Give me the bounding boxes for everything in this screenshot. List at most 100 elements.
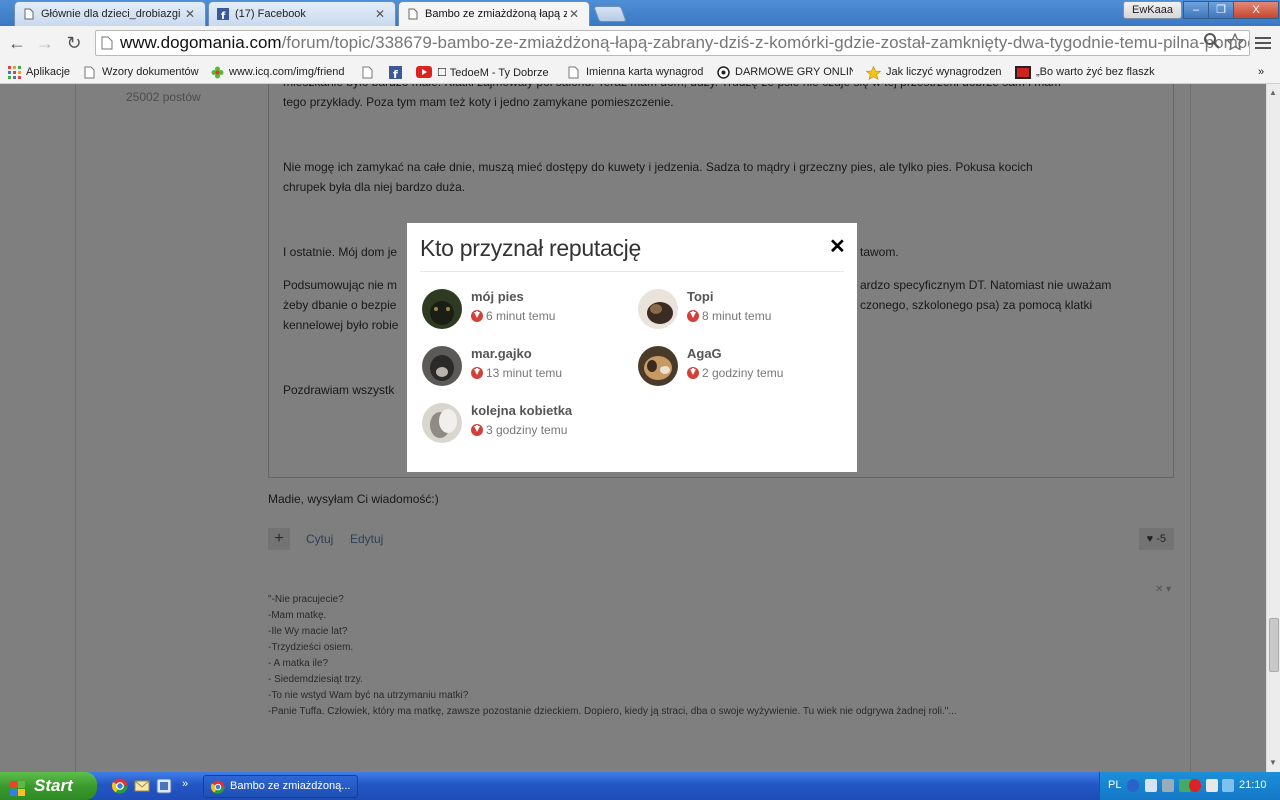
- quicklaunch-overflow-button[interactable]: »: [182, 778, 198, 794]
- bookmark-label: Aplikacje: [26, 66, 71, 78]
- wifi-icon[interactable]: [1206, 779, 1218, 792]
- avatar[interactable]: [422, 403, 462, 443]
- reputation-entry[interactable]: mar.gajko 13 minut temu: [422, 346, 622, 388]
- menu-icon[interactable]: [1255, 34, 1271, 52]
- reputation-user-name[interactable]: kolejna kobietka: [471, 403, 572, 418]
- reputation-time-text: 13 minut temu: [486, 366, 563, 380]
- tab-close-icon[interactable]: ✕: [183, 7, 197, 21]
- browser-tab-active[interactable]: Bambo ze zmiażdżoną łapą z ✕: [398, 1, 590, 26]
- tray-security-icon[interactable]: [1189, 779, 1201, 792]
- tray-device-icon[interactable]: [1162, 779, 1174, 792]
- avatar[interactable]: [422, 289, 462, 329]
- page-icon: [101, 36, 113, 55]
- back-icon[interactable]: ←: [5, 32, 29, 54]
- thumb-down-icon: [687, 367, 699, 379]
- bookmark-label: www.icq.com/img/friend: [229, 66, 345, 78]
- tab-title: Głównie dla dzieci_drobiazgi: [41, 8, 181, 20]
- modal-title: Kto przyznał reputację: [420, 235, 641, 261]
- bookmarks-overflow-button[interactable]: »: [1258, 64, 1272, 80]
- bookmark-item[interactable]: Jak liczyć wynagrodzenie: [866, 64, 1002, 80]
- tab-close-icon[interactable]: ✕: [373, 7, 387, 21]
- bookmarks-bar: Aplikacje Wzory dokumentów www.icq.com/i…: [0, 60, 1280, 84]
- bookmark-star-icon[interactable]: [1225, 32, 1245, 55]
- scrollbar-thumb[interactable]: [1269, 618, 1279, 672]
- reputation-user-name[interactable]: Topi: [687, 289, 713, 304]
- svg-text:f: f: [393, 68, 398, 79]
- clock[interactable]: 21:10: [1239, 779, 1267, 791]
- reload-icon[interactable]: ↻: [62, 32, 86, 54]
- new-tab-button[interactable]: [593, 6, 627, 22]
- forward-icon[interactable]: →: [33, 32, 57, 54]
- page-icon: [84, 66, 97, 79]
- start-button[interactable]: Start: [0, 772, 97, 800]
- reputation-entry[interactable]: Topi 8 minut temu: [638, 289, 838, 331]
- close-window-button[interactable]: X: [1233, 1, 1279, 19]
- reputation-time: 3 godziny temu: [471, 423, 567, 437]
- app-icon[interactable]: [156, 778, 172, 794]
- mail-icon[interactable]: [134, 778, 150, 794]
- bookmark-item[interactable]: „Bo warto żyć bez flaszk: [1015, 64, 1155, 80]
- avatar[interactable]: [638, 289, 678, 329]
- facebook-icon: f: [217, 8, 229, 20]
- chrome-icon[interactable]: [111, 778, 128, 794]
- tray-app-icon[interactable]: [1145, 779, 1157, 792]
- url-path: /forum/topic/338679-bambo-ze-zmiażdżoną-…: [281, 33, 1250, 52]
- reputation-time-text: 6 minut temu: [486, 309, 556, 323]
- reputation-time: 8 minut temu: [687, 309, 771, 323]
- bookmark-label: „Bo warto żyć bez flaszk: [1036, 66, 1155, 78]
- bookmark-label: ☐ TedoeM - Ty Dobrze: [437, 66, 549, 79]
- page-icon: [407, 8, 419, 20]
- tab-close-icon[interactable]: ✕: [567, 7, 581, 21]
- language-indicator[interactable]: PL: [1108, 779, 1121, 791]
- tray-network-icon[interactable]: [1222, 779, 1234, 792]
- start-label: Start: [34, 776, 73, 795]
- taskbar-window-button[interactable]: Bambo ze zmiażdżoną...: [203, 775, 358, 798]
- tray-arrow-icon[interactable]: [1127, 779, 1139, 792]
- maximize-button[interactable]: ❐: [1208, 1, 1234, 19]
- page-icon: [362, 66, 375, 79]
- windows-logo-icon: [10, 778, 26, 796]
- reputation-time-text: 2 godziny temu: [702, 366, 784, 380]
- reputation-user-name[interactable]: mar.gajko: [471, 346, 532, 361]
- reputation-user-name[interactable]: AgaG: [687, 346, 722, 361]
- news-icon: [1015, 65, 1031, 79]
- reputation-entry[interactable]: AgaG 2 godziny temu: [638, 346, 838, 388]
- thumb-down-icon: [471, 310, 483, 322]
- star-icon: [866, 65, 882, 80]
- tab-title: (17) Facebook: [235, 8, 306, 20]
- bookmark-label: Wzory dokumentów: [102, 66, 199, 78]
- reputation-entry[interactable]: mój pies 6 minut temu: [422, 289, 622, 331]
- search-icon[interactable]: [1204, 33, 1220, 54]
- url-host: www.dogomania.com: [120, 33, 282, 52]
- bookmark-item[interactable]: Imienna karta wynagrod: [568, 64, 704, 80]
- bookmark-item[interactable]: Wzory dokumentów: [84, 64, 202, 80]
- page-icon: [568, 66, 581, 79]
- close-icon[interactable]: ✕: [829, 234, 846, 259]
- icq-flower-icon: [211, 66, 224, 79]
- address-bar[interactable]: www.dogomania.com/forum/topic/338679-bam…: [95, 30, 1250, 56]
- bookmark-label: Imienna karta wynagrod: [586, 66, 704, 78]
- bookmark-item[interactable]: www.icq.com/img/friend: [211, 64, 346, 80]
- bookmark-item[interactable]: f: [389, 64, 405, 80]
- browser-tab[interactable]: f (17) Facebook ✕: [208, 1, 396, 26]
- profile-name[interactable]: EwKaaa: [1123, 1, 1182, 19]
- reputation-time-text: 8 minut temu: [702, 309, 772, 323]
- reputation-time: 13 minut temu: [471, 366, 562, 380]
- browser-tab[interactable]: Głównie dla dzieci_drobiazgi ✕: [14, 1, 206, 26]
- reputation-user-name[interactable]: mój pies: [471, 289, 524, 304]
- bookmark-item[interactable]: ☐ TedoeM - Ty Dobrze: [416, 64, 552, 80]
- bookmark-item[interactable]: [362, 64, 378, 80]
- avatar[interactable]: [638, 346, 678, 386]
- bookmark-label: DARMOWE GRY ONLINE: [735, 66, 853, 78]
- reputation-entry[interactable]: kolejna kobietka 3 godziny temu: [422, 403, 622, 445]
- thumb-down-icon: [471, 367, 483, 379]
- minimize-button[interactable]: –: [1183, 1, 1209, 19]
- bookmark-item[interactable]: Aplikacje: [8, 64, 74, 80]
- bookmark-label: Jak liczyć wynagrodzenie: [886, 66, 1002, 78]
- page-scrollbar[interactable]: ▲ ▼: [1266, 84, 1280, 772]
- avatar[interactable]: [422, 346, 462, 386]
- bookmark-item[interactable]: DARMOWE GRY ONLINE: [717, 64, 853, 80]
- reputation-time: 2 godziny temu: [687, 366, 783, 380]
- taskbar-window-title: Bambo ze zmiażdżoną...: [230, 780, 351, 792]
- chrome-icon: [210, 780, 225, 797]
